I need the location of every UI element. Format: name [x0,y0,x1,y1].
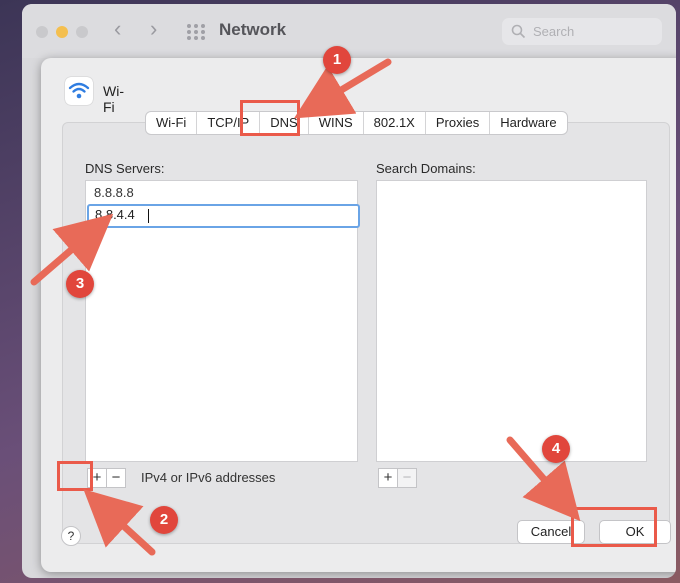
back-chevron-icon[interactable]: ‹ [114,16,121,42]
tab-content-panel: DNS Servers: 8.8.8.8 8.8.4.4 + − IPv4 or… [62,122,670,544]
search-field[interactable]: Search [502,18,662,45]
help-button[interactable]: ? [61,526,81,546]
dns-server-edit-field[interactable]: 8.8.4.4 [87,204,360,228]
tab-proxies[interactable]: Proxies [424,112,489,134]
title-bar: ‹ › Network Search [22,4,676,58]
step-badge-2: 2 [150,506,178,534]
forward-chevron-icon[interactable]: › [150,16,157,42]
dns-settings-sheet: Wi-Fi DNS Servers: 8.8.8.8 8.8.4.4 + − I… [41,58,676,572]
step-badge-4: 4 [542,435,570,463]
tab-wins[interactable]: WINS [307,112,363,134]
add-dns-server-button[interactable]: + [87,468,107,488]
remove-dns-server-button[interactable]: − [106,468,126,488]
search-domains-label: Search Domains: [376,161,476,176]
search-icon [511,24,526,39]
minimize-traffic-light[interactable] [56,26,68,38]
tab-hardware[interactable]: Hardware [489,112,566,134]
show-all-grid-icon[interactable] [187,24,207,40]
tab-dns[interactable]: DNS [259,112,308,134]
settings-tab-bar: Wi-Fi TCP/IP DNS WINS 802.1X Proxies Har… [145,111,568,135]
add-search-domain-button[interactable]: + [378,468,398,488]
tab-wifi[interactable]: Wi-Fi [146,112,196,134]
dns-servers-list[interactable]: 8.8.8.8 8.8.4.4 [85,180,360,462]
dns-server-entry[interactable]: 8.8.8.8 [94,185,134,200]
tab-8021x[interactable]: 802.1X [362,112,425,134]
dns-servers-label: DNS Servers: [85,161,165,176]
search-placeholder: Search [533,24,575,39]
tab-tcpip[interactable]: TCP/IP [196,112,259,134]
step-badge-3: 3 [66,270,94,298]
close-traffic-light[interactable] [36,26,48,38]
dns-server-edit-value: 8.8.4.4 [95,207,135,222]
window-title: Network [219,20,287,39]
step-badge-1: 1 [323,46,351,74]
dns-address-hint: IPv4 or IPv6 addresses [141,470,276,485]
ok-button[interactable]: OK [599,520,671,544]
cancel-button[interactable]: Cancel [517,520,585,544]
search-domains-list[interactable] [376,180,647,462]
wifi-icon [65,77,93,105]
remove-search-domain-button[interactable]: − [397,468,417,488]
network-window: ‹ › Network Search Wi-Fi DNS Servers: 8.… [22,4,676,578]
interface-name: Wi-Fi [103,83,124,115]
text-caret [148,209,149,223]
zoom-traffic-light[interactable] [76,26,88,38]
